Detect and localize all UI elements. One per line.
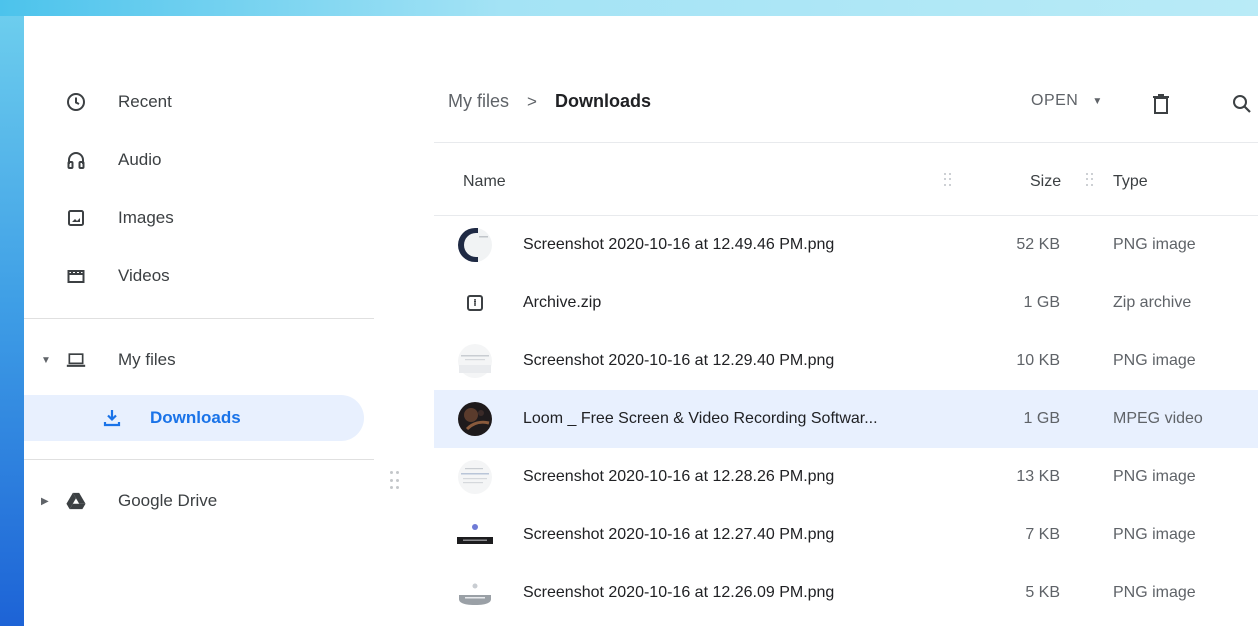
headphones-icon [66, 150, 86, 170]
sidebar-item-label: My files [118, 350, 176, 369]
file-list-pane: My files > Downloads OPEN ▼ Name Size Ty… [434, 16, 1258, 626]
file-row[interactable]: Screenshot 2020-10-16 at 12.28.26 PM.png… [434, 448, 1258, 506]
screenshot-thumbnail [456, 574, 494, 612]
sidebar-item-label: Downloads [150, 408, 241, 427]
zip-icon [456, 284, 494, 322]
sidebar-item-audio[interactable]: Audio [24, 137, 364, 183]
file-type: PNG image [1113, 236, 1196, 253]
file-type: PNG image [1113, 352, 1196, 369]
laptop-icon [66, 350, 86, 370]
file-size: 5 KB [1025, 584, 1060, 601]
column-resize-handle[interactable] [944, 173, 952, 187]
file-size: 13 KB [1016, 468, 1060, 485]
breadcrumb-downloads[interactable]: Downloads [555, 91, 651, 112]
file-size: 52 KB [1016, 236, 1060, 253]
file-list: Screenshot 2020-10-16 at 12.49.46 PM.png… [434, 216, 1258, 622]
file-row[interactable]: Screenshot 2020-10-16 at 12.29.40 PM.png… [434, 332, 1258, 390]
file-type: PNG image [1113, 468, 1196, 485]
file-size: 7 KB [1025, 526, 1060, 543]
file-type: Zip archive [1113, 294, 1192, 311]
sidebar-divider [24, 459, 374, 460]
file-row[interactable]: Screenshot 2020-10-16 at 12.26.09 PM.png… [434, 564, 1258, 622]
sidebar: Recent Audio Images Videos ▼ My files Do… [24, 16, 374, 626]
file-name: Screenshot 2020-10-16 at 12.49.46 PM.png [523, 236, 835, 253]
film-icon [66, 266, 86, 286]
column-header-name[interactable]: Name [463, 173, 506, 191]
column-header-type[interactable]: Type [1113, 173, 1148, 191]
file-type: PNG image [1113, 526, 1196, 543]
breadcrumb-my-files[interactable]: My files [448, 91, 509, 112]
drive-icon [66, 491, 86, 511]
file-size: 1 GB [1023, 294, 1060, 311]
file-name: Archive.zip [523, 294, 602, 311]
wallpaper-strip [0, 0, 1258, 16]
expand-arrow-icon[interactable]: ▼ [41, 355, 51, 366]
screenshot-thumbnail [456, 226, 494, 264]
expand-arrow-icon[interactable]: ▶ [41, 496, 49, 507]
file-row-selected[interactable]: Loom _ Free Screen & Video Recording Sof… [434, 390, 1258, 448]
files-app-window: Recent Audio Images Videos ▼ My files Do… [24, 16, 1258, 626]
column-resize-handle[interactable] [1086, 173, 1094, 187]
file-type: PNG image [1113, 584, 1196, 601]
search-icon[interactable] [1229, 91, 1255, 117]
sidebar-resize-handle[interactable] [390, 471, 400, 491]
sidebar-item-label: Videos [118, 266, 170, 285]
sidebar-item-label: Images [118, 208, 174, 227]
sidebar-item-downloads[interactable]: Downloads [24, 395, 364, 441]
video-thumbnail [456, 400, 494, 438]
download-icon [102, 408, 122, 428]
file-row[interactable]: Screenshot 2020-10-16 at 12.49.46 PM.png… [434, 216, 1258, 274]
file-size: 10 KB [1016, 352, 1060, 369]
file-size: 1 GB [1023, 410, 1060, 427]
file-name: Screenshot 2020-10-16 at 12.28.26 PM.png [523, 468, 835, 485]
trash-icon[interactable] [1148, 91, 1174, 117]
clock-icon [66, 92, 86, 112]
sidebar-item-images[interactable]: Images [24, 195, 364, 241]
breadcrumb: My files > Downloads [448, 91, 651, 112]
image-icon [66, 208, 86, 228]
breadcrumb-separator: > [527, 91, 537, 111]
screenshot-thumbnail [456, 516, 494, 554]
file-name: Loom _ Free Screen & Video Recording Sof… [523, 410, 878, 427]
file-name: Screenshot 2020-10-16 at 12.29.40 PM.png [523, 352, 835, 369]
screenshot-thumbnail [456, 342, 494, 380]
sidebar-item-label: Audio [118, 150, 162, 169]
file-name: Screenshot 2020-10-16 at 12.26.09 PM.png [523, 584, 835, 601]
file-type: MPEG video [1113, 410, 1203, 427]
sidebar-divider [24, 318, 374, 319]
open-button[interactable]: OPEN ▼ [1031, 92, 1103, 110]
sidebar-item-recent[interactable]: Recent [24, 79, 364, 125]
column-header-row: Name Size Type [434, 143, 1258, 216]
open-button-label: OPEN [1031, 92, 1079, 109]
sidebar-item-my-files[interactable]: ▼ My files [24, 337, 364, 383]
file-name: Screenshot 2020-10-16 at 12.27.40 PM.png [523, 526, 835, 543]
chevron-down-icon: ▼ [1092, 95, 1103, 107]
screenshot-thumbnail [456, 458, 494, 496]
file-row[interactable]: Screenshot 2020-10-16 at 12.27.40 PM.png… [434, 506, 1258, 564]
sidebar-item-google-drive[interactable]: ▶ Google Drive [24, 478, 364, 524]
column-header-size[interactable]: Size [1030, 173, 1061, 191]
sidebar-item-label: Recent [118, 92, 172, 111]
file-row[interactable]: Archive.zip 1 GB Zip archive [434, 274, 1258, 332]
sidebar-item-videos[interactable]: Videos [24, 253, 364, 299]
sidebar-item-label: Google Drive [118, 491, 218, 510]
